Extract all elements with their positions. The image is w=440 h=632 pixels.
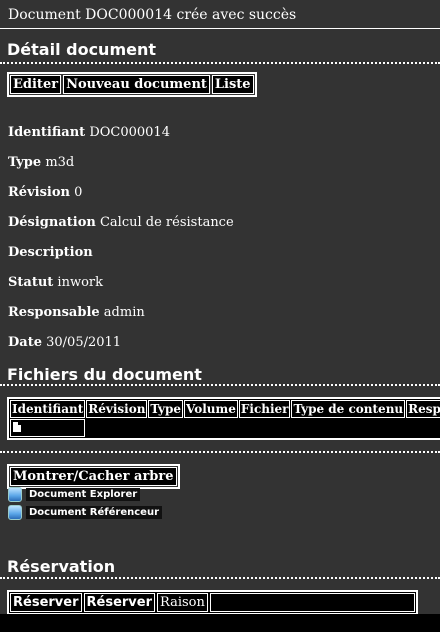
field-label: Description: [8, 245, 93, 260]
field-statut: Statut inwork: [8, 275, 103, 290]
column-header: Type: [148, 400, 184, 418]
explorer-icon: [8, 487, 22, 502]
field-description: Description: [8, 245, 93, 260]
tree-item-label: Document Explorer: [26, 488, 141, 501]
reserve-button-2[interactable]: Réserver: [83, 593, 155, 612]
field-value: DOC000014: [89, 125, 170, 140]
field-label: Statut: [8, 275, 54, 290]
field-label: Identifiant: [8, 125, 86, 140]
reservation-form: Réserver Réserver Raison: [7, 590, 418, 614]
edit-button[interactable]: Editer: [10, 75, 62, 94]
message-divider: [0, 28, 440, 29]
reservation-divider: [0, 577, 440, 579]
tree-divider: [0, 451, 440, 453]
list-button[interactable]: Liste: [211, 75, 254, 94]
field-revision: Révision 0: [8, 185, 82, 200]
field-label: Désignation: [8, 215, 96, 230]
field-label: Responsable: [8, 305, 100, 320]
add-file-cell[interactable]: [10, 419, 86, 437]
field-date: Date 30/05/2011: [8, 335, 121, 350]
field-value: 0: [74, 185, 83, 200]
files-table: Identifiant Révision Type Volume Fichier…: [7, 397, 440, 440]
column-header: Volume: [184, 400, 238, 418]
field-label: Type: [8, 155, 42, 170]
field-label: Date: [8, 335, 42, 350]
field-value: Calcul de résistance: [99, 215, 234, 230]
field-identifiant: Identifiant DOC000014: [8, 125, 170, 140]
files-divider: [0, 384, 440, 386]
reason-label: Raison: [157, 593, 208, 612]
reason-input[interactable]: [209, 593, 415, 612]
file-icon[interactable]: [13, 421, 21, 432]
success-message: Document DOC000014 crée avec succès: [8, 7, 297, 23]
field-label: Révision: [8, 185, 70, 200]
column-header: Responsable: [406, 400, 440, 418]
column-header: Identifiant: [10, 400, 86, 418]
field-type: Type m3d: [8, 155, 74, 170]
field-value: m3d: [45, 155, 75, 170]
detail-toolbar: Editer Nouveau document Liste: [7, 72, 257, 97]
referencer-icon: [8, 505, 22, 520]
field-responsable: Responsable admin: [8, 305, 145, 320]
table-header-row: Identifiant Révision Type Volume Fichier…: [10, 400, 440, 418]
column-header: Fichier: [238, 400, 291, 418]
field-value: admin: [103, 305, 145, 320]
field-value: 30/05/2011: [46, 335, 122, 350]
reserve-button[interactable]: Réserver: [10, 593, 82, 612]
reservation-title: Réservation: [7, 557, 116, 576]
toggle-tree-button[interactable]: Montrer/Cacher arbre: [10, 467, 177, 486]
files-title: Fichiers du document: [7, 365, 202, 384]
field-value: inwork: [57, 275, 103, 290]
tree-item-document-referencer[interactable]: Document Référenceur: [8, 505, 163, 520]
column-header: Type de contenu: [291, 400, 406, 418]
tree-item-label: Document Référenceur: [26, 506, 163, 519]
field-designation: Désignation Calcul de résistance: [8, 215, 234, 230]
tree-toolbar: Montrer/Cacher arbre: [7, 464, 180, 489]
detail-title: Détail document: [7, 40, 156, 59]
column-header: Révision: [86, 400, 148, 418]
detail-divider: [0, 62, 440, 64]
table-row: [10, 419, 440, 437]
new-document-button[interactable]: Nouveau document: [63, 75, 210, 94]
content-panel: Document DOC000014 crée avec succès Déta…: [0, 0, 440, 614]
tree-item-document-explorer[interactable]: Document Explorer: [8, 487, 141, 502]
